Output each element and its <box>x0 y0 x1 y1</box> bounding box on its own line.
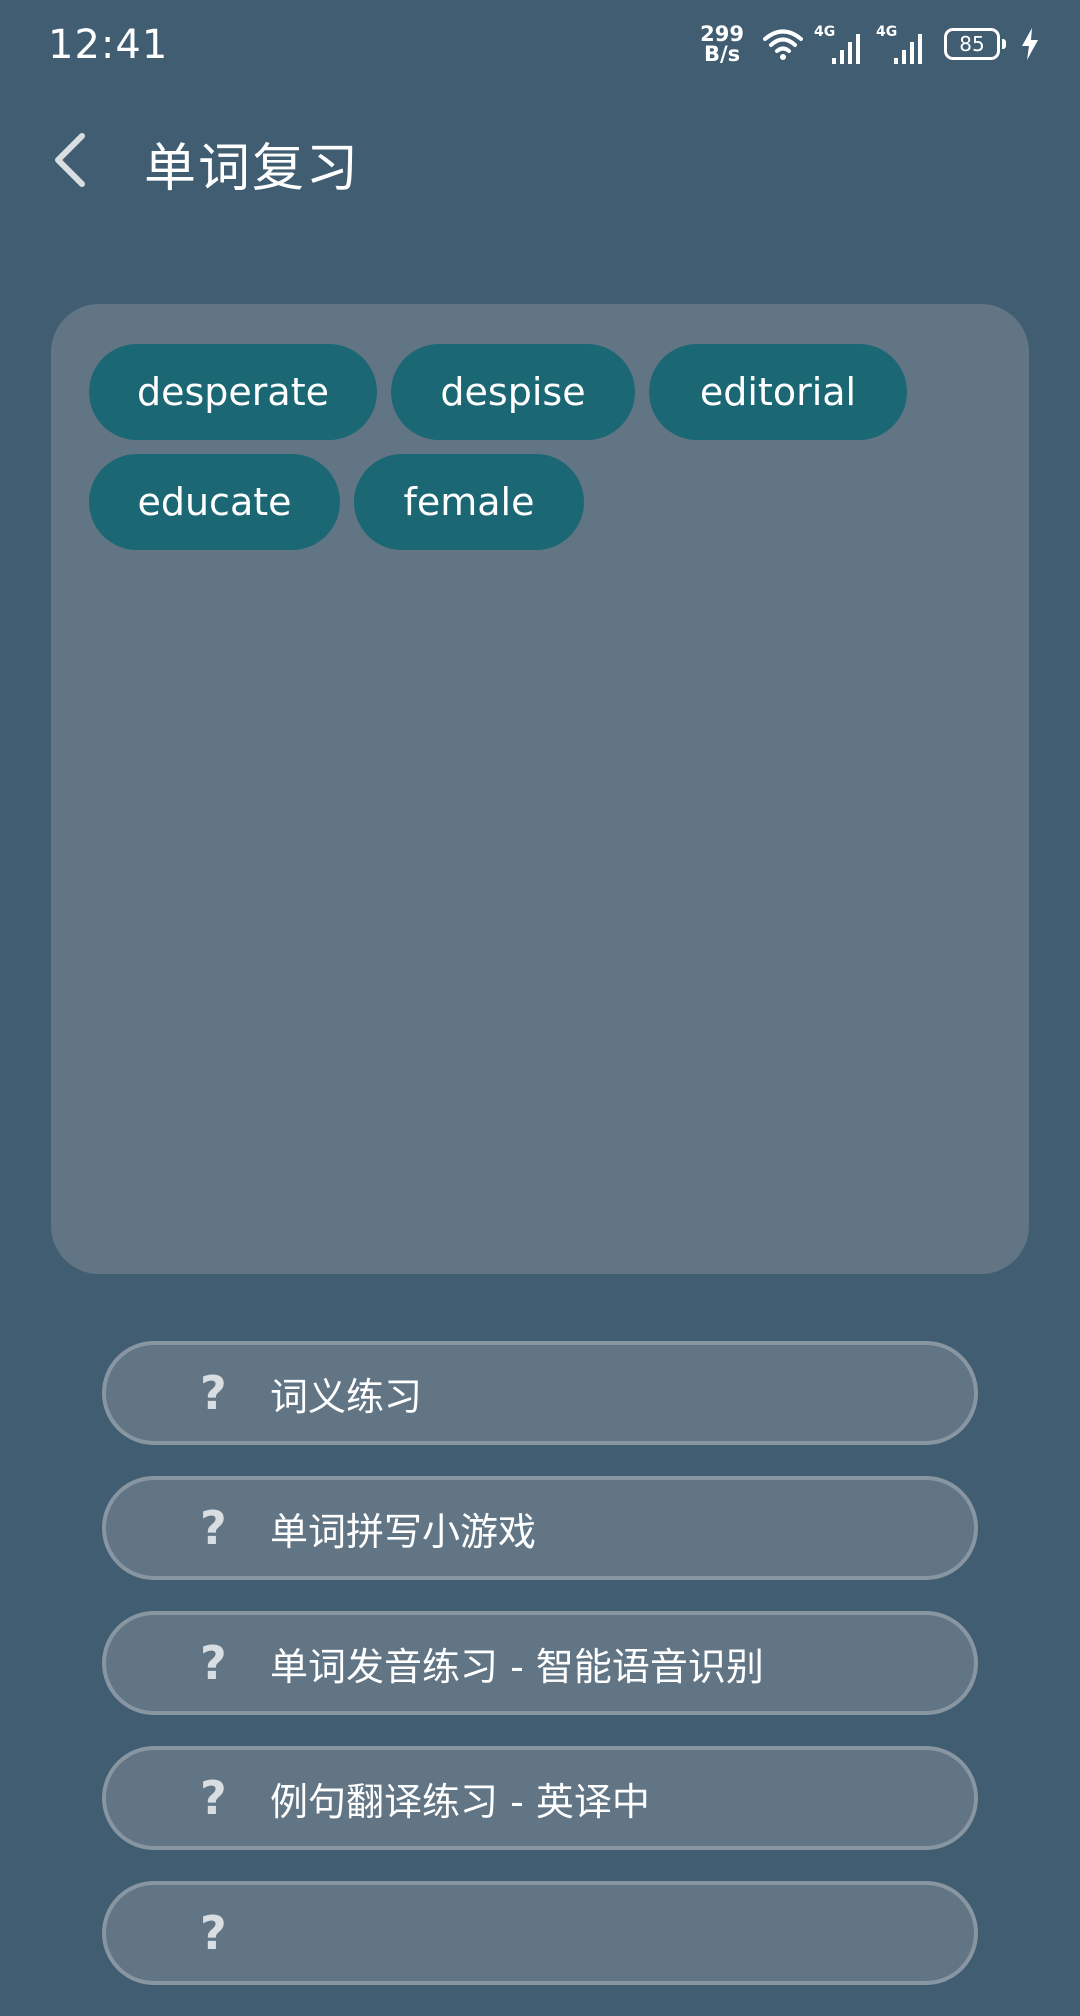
practice-button-label: 单词拼写小游戏 <box>270 1509 537 1554</box>
signal-bars-icon <box>832 34 860 64</box>
back-button[interactable] <box>40 125 100 195</box>
word-list-card: desperate despise editorial educate fema… <box>51 304 1029 1274</box>
word-chip[interactable]: educate <box>89 454 340 550</box>
network-speed-value: 299 <box>700 22 744 46</box>
practice-list: ? 词义练习 ? 单词拼写小游戏 ? 单词发音练习 - 智能语音识别 ? 例句翻… <box>102 1341 978 2016</box>
app-header: 单词复习 <box>0 100 1080 220</box>
network-speed: 299 B/s <box>700 22 744 66</box>
signal-bars-icon <box>894 34 922 64</box>
spelling-game-button[interactable]: ? 单词拼写小游戏 <box>102 1476 978 1580</box>
word-chip-row: desperate despise editorial <box>89 344 1029 440</box>
meaning-practice-button[interactable]: ? 词义练习 <box>102 1341 978 1445</box>
sim1-signal: 4G <box>814 24 866 64</box>
practice-button-label: 词义练习 <box>270 1374 423 1419</box>
page-title: 单词复习 <box>144 139 361 199</box>
charging-icon <box>1022 28 1038 60</box>
wifi-icon <box>763 29 803 60</box>
word-chip[interactable]: despise <box>391 344 635 440</box>
word-chip-row: educate female <box>89 454 1029 550</box>
question-mark-icon: ? <box>200 1501 227 1555</box>
question-mark-icon: ? <box>200 1771 227 1825</box>
status-bar: 12:41 299 B/s 4G 4G 85 <box>0 0 1080 90</box>
sim2-signal: 4G <box>876 24 928 64</box>
word-chip[interactable]: female <box>354 454 584 550</box>
word-chip[interactable]: editorial <box>649 344 907 440</box>
network-speed-unit: B/s <box>703 42 741 66</box>
chevron-left-icon <box>55 133 85 187</box>
question-mark-icon: ? <box>200 1906 227 1960</box>
practice-button-label: 例句翻译练习 - 英译中 <box>270 1779 650 1824</box>
practice-button-label: 单词发音练习 - 智能语音识别 <box>270 1644 764 1689</box>
question-mark-icon: ? <box>200 1636 227 1690</box>
sentence-translation-button[interactable]: ? 例句翻译练习 - 英译中 <box>102 1746 978 1850</box>
pronunciation-practice-button[interactable]: ? 单词发音练习 - 智能语音识别 <box>102 1611 978 1715</box>
word-chip[interactable]: desperate <box>89 344 377 440</box>
practice-button-partial[interactable]: ? <box>102 1881 978 1985</box>
battery-level: 85 <box>959 32 985 56</box>
question-mark-icon: ? <box>200 1366 227 1420</box>
status-time: 12:41 <box>48 22 169 68</box>
battery-icon: 85 <box>944 28 1006 60</box>
status-icons: 299 B/s 4G 4G 85 <box>700 20 1040 68</box>
